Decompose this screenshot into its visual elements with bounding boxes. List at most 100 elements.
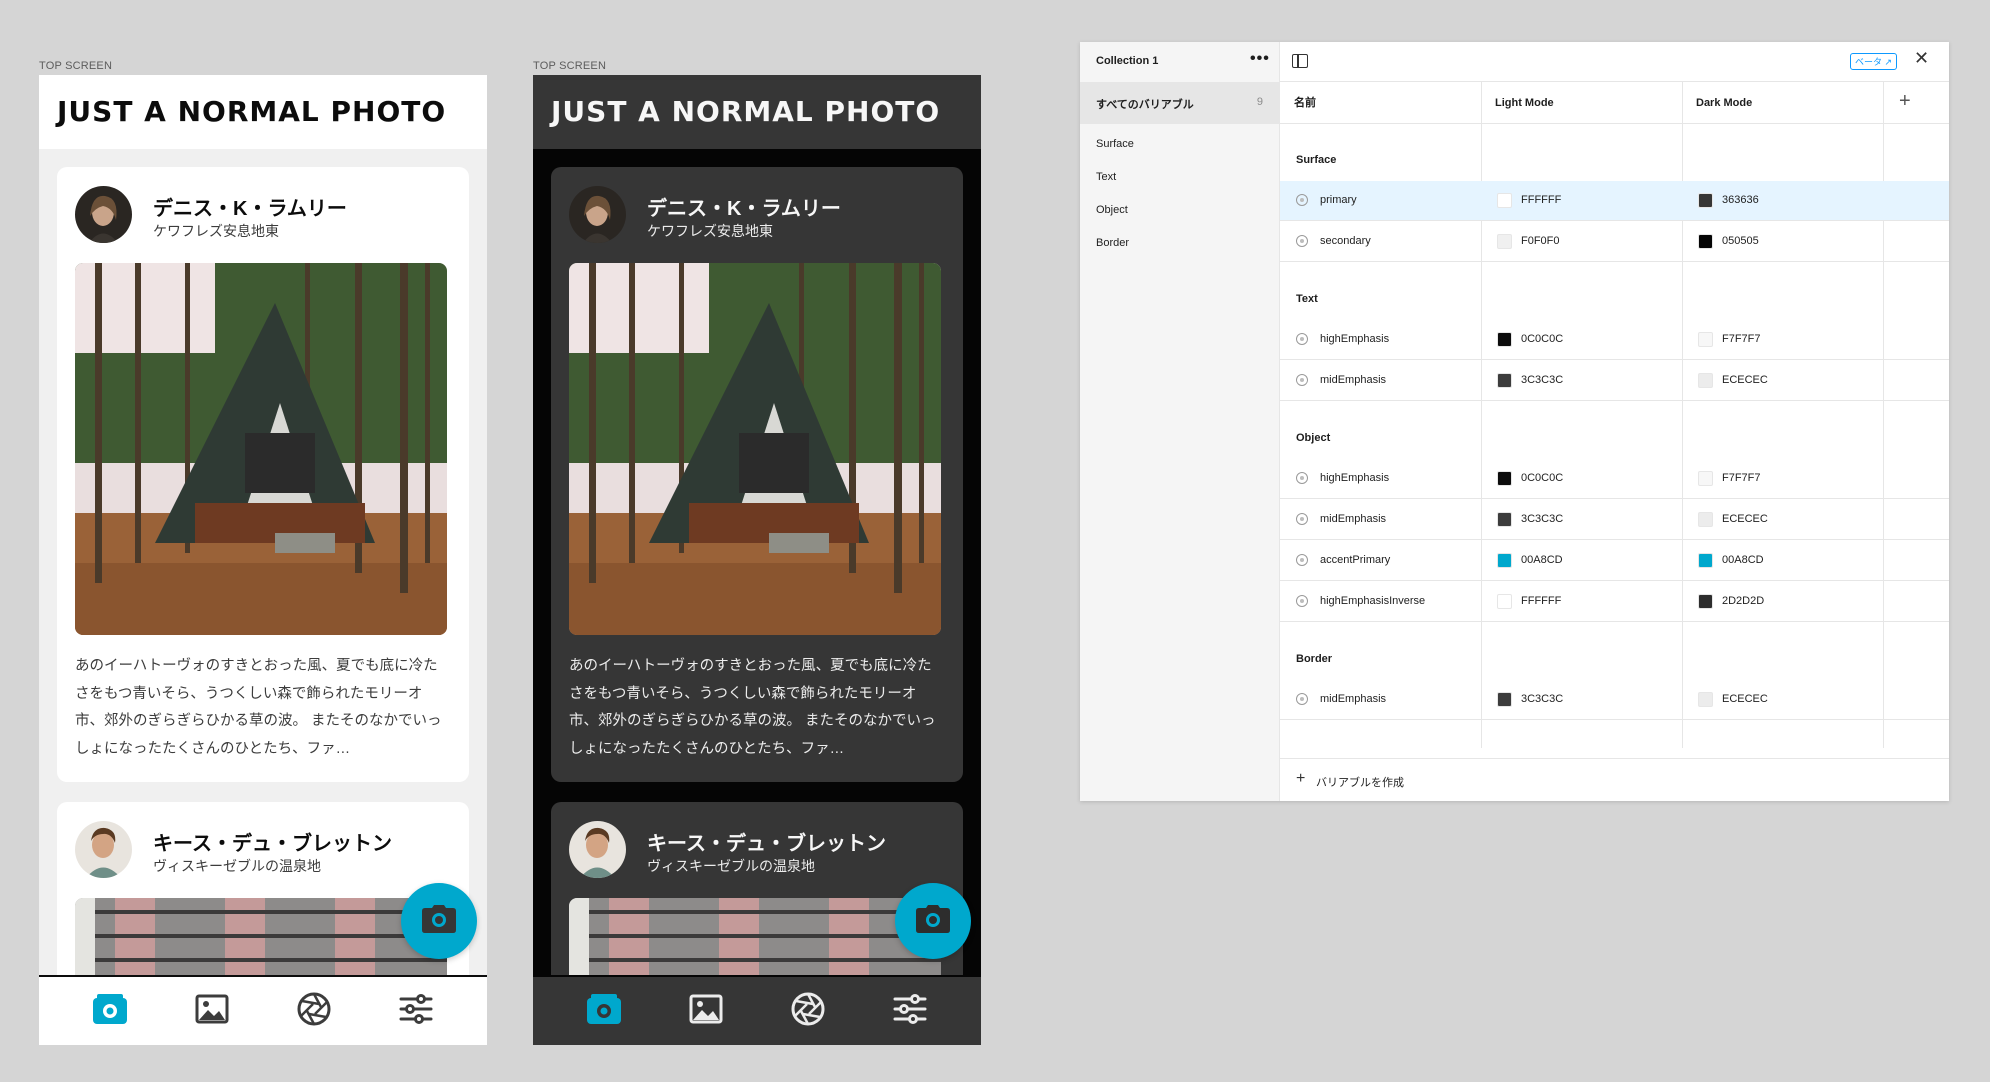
collection-title[interactable]: Collection 1 (1096, 55, 1158, 67)
avatar[interactable] (569, 186, 626, 243)
light-swatch[interactable] (1497, 512, 1512, 527)
nav-settings[interactable] (392, 987, 440, 1035)
avatar[interactable] (75, 821, 132, 878)
dark-swatch[interactable] (1698, 373, 1713, 388)
variable-name[interactable]: highEmphasis (1320, 333, 1389, 345)
post-author[interactable]: キース・デュ・ブレットン (153, 827, 392, 856)
add-mode-icon[interactable]: + (1899, 90, 1911, 113)
light-value[interactable]: F0F0F0 (1521, 235, 1560, 247)
avatar[interactable] (569, 821, 626, 878)
light-phone-frame: JUST A NORMAL PHOTO デニス・K・ラムリー ケワフレズ安息地東 (39, 75, 487, 1045)
variable-name[interactable]: secondary (1320, 235, 1371, 247)
variable-row[interactable]: highEmphasisInverse FFFFFF 2D2D2D (1280, 582, 1949, 622)
nav-home[interactable] (86, 987, 134, 1035)
light-swatch[interactable] (1497, 234, 1512, 249)
color-variable-icon (1296, 194, 1308, 206)
variable-name[interactable]: midEmphasis (1320, 374, 1386, 386)
variable-row[interactable]: midEmphasis 3C3C3C ECECEC (1280, 500, 1949, 540)
sidebar-item-surface[interactable]: Surface (1096, 138, 1134, 150)
nav-gallery[interactable] (188, 987, 236, 1035)
light-value[interactable]: FFFFFF (1521, 595, 1561, 607)
post-card[interactable]: デニス・K・ラムリー ケワフレズ安息地東 あのイーハトーヴォのすきとおった風、夏… (57, 167, 469, 782)
nav-home[interactable] (580, 987, 628, 1035)
variable-name[interactable]: midEmphasis (1320, 693, 1386, 705)
dark-swatch[interactable] (1698, 471, 1713, 486)
post-author[interactable]: デニス・K・ラムリー (647, 192, 841, 221)
light-value[interactable]: FFFFFF (1521, 194, 1561, 206)
variable-row[interactable]: accentPrimary 00A8CD 00A8CD (1280, 541, 1949, 581)
variable-row[interactable]: midEmphasis 3C3C3C ECECEC (1280, 680, 1949, 720)
dark-value[interactable]: F7F7F7 (1722, 333, 1761, 345)
group-header-object: Object (1296, 432, 1331, 444)
dark-swatch[interactable] (1698, 193, 1713, 208)
dark-swatch[interactable] (1698, 234, 1713, 249)
variable-name[interactable]: midEmphasis (1320, 513, 1386, 525)
light-value[interactable]: 0C0C0C (1521, 333, 1563, 345)
light-swatch[interactable] (1497, 373, 1512, 388)
light-swatch[interactable] (1497, 692, 1512, 707)
light-value[interactable]: 3C3C3C (1521, 513, 1563, 525)
sidebar-item-object[interactable]: Object (1096, 204, 1128, 216)
dark-value[interactable]: 050505 (1722, 235, 1759, 247)
dark-value[interactable]: F7F7F7 (1722, 472, 1761, 484)
dark-swatch[interactable] (1698, 692, 1713, 707)
dark-value[interactable]: 00A8CD (1722, 554, 1764, 566)
sidebar-toggle-icon[interactable] (1292, 54, 1308, 68)
variable-row[interactable]: secondary F0F0F0 050505 (1280, 222, 1949, 262)
light-value[interactable]: 3C3C3C (1521, 693, 1563, 705)
create-variable-label: バリアブルを作成 (1316, 777, 1404, 789)
more-options-icon[interactable]: ••• (1250, 50, 1270, 68)
dark-value[interactable]: ECECEC (1722, 513, 1768, 525)
light-swatch[interactable] (1497, 471, 1512, 486)
dark-value[interactable]: 2D2D2D (1722, 595, 1764, 607)
plus-icon: + (1296, 770, 1306, 787)
panel-toolbar: ベータ ↗ ✕ (1280, 42, 1949, 82)
post-author[interactable]: デニス・K・ラムリー (153, 192, 347, 221)
column-header-light-mode[interactable]: Light Mode (1481, 82, 1682, 124)
light-value[interactable]: 00A8CD (1521, 554, 1563, 566)
nav-gallery[interactable] (682, 987, 730, 1035)
light-swatch[interactable] (1497, 553, 1512, 568)
dark-swatch[interactable] (1698, 332, 1713, 347)
color-variable-icon (1296, 235, 1308, 247)
variable-row[interactable]: highEmphasis 0C0C0C F7F7F7 (1280, 320, 1949, 360)
post-photo[interactable] (569, 263, 941, 635)
create-variable-button[interactable]: + バリアブルを作成 (1280, 758, 1949, 801)
column-header-dark-mode[interactable]: Dark Mode (1682, 82, 1883, 124)
post-photo[interactable] (75, 263, 447, 635)
variable-row[interactable]: highEmphasis 0C0C0C F7F7F7 (1280, 459, 1949, 499)
sidebar-item-border[interactable]: Border (1096, 237, 1129, 249)
variable-name[interactable]: highEmphasis (1320, 472, 1389, 484)
nav-settings[interactable] (886, 987, 934, 1035)
dark-value[interactable]: ECECEC (1722, 693, 1768, 705)
dark-swatch[interactable] (1698, 594, 1713, 609)
camera-fab-button[interactable] (895, 883, 971, 959)
nav-camera-settings[interactable] (784, 987, 832, 1035)
aperture-icon (791, 992, 825, 1031)
light-value[interactable]: 0C0C0C (1521, 472, 1563, 484)
light-swatch[interactable] (1497, 332, 1512, 347)
variable-name[interactable]: highEmphasisInverse (1320, 595, 1425, 607)
dark-value[interactable]: 363636 (1722, 194, 1759, 206)
post-card[interactable]: デニス・K・ラムリー ケワフレズ安息地東 あのイーハトーヴォのすきとおった風、夏… (551, 167, 963, 782)
light-swatch[interactable] (1497, 193, 1512, 208)
variable-name[interactable]: accentPrimary (1320, 554, 1390, 566)
camera-fab-button[interactable] (401, 883, 477, 959)
nav-camera-settings[interactable] (290, 987, 338, 1035)
variable-row[interactable]: primary FFFFFF 363636 (1280, 181, 1949, 221)
dark-swatch[interactable] (1698, 553, 1713, 568)
avatar[interactable] (75, 186, 132, 243)
home-photo-icon (93, 993, 127, 1029)
light-swatch[interactable] (1497, 594, 1512, 609)
variable-name[interactable]: primary (1320, 194, 1357, 206)
light-value[interactable]: 3C3C3C (1521, 374, 1563, 386)
sidebar-item-all-variables[interactable]: すべてのバリアブル 9 (1080, 82, 1279, 124)
beta-badge[interactable]: ベータ ↗ (1850, 53, 1898, 70)
variable-row[interactable]: midEmphasis 3C3C3C ECECEC (1280, 361, 1949, 401)
post-author[interactable]: キース・デュ・ブレットン (647, 827, 886, 856)
dark-swatch[interactable] (1698, 512, 1713, 527)
sidebar-item-text[interactable]: Text (1096, 171, 1116, 183)
dark-value[interactable]: ECECEC (1722, 374, 1768, 386)
close-icon[interactable]: ✕ (1914, 48, 1929, 69)
column-header-name[interactable]: 名前 (1280, 82, 1481, 124)
